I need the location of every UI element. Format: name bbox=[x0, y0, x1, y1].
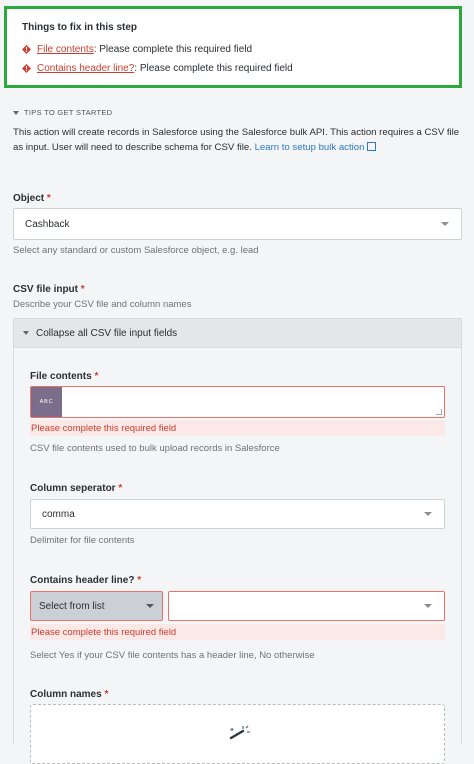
text-type-badge: ABC bbox=[31, 387, 62, 417]
resize-handle-icon[interactable] bbox=[436, 409, 442, 415]
column-separator-value: comma bbox=[42, 508, 75, 520]
chevron-down-icon bbox=[441, 222, 449, 226]
collapse-csv-fields-toggle[interactable]: Collapse all CSV file input fields bbox=[13, 318, 462, 348]
object-label: Object * bbox=[13, 193, 51, 204]
file-contents-hint: CSV file contents used to bulk upload re… bbox=[30, 443, 280, 454]
collapse-label: Collapse all CSV file input fields bbox=[36, 327, 178, 339]
file-contents-error: Please complete this required field bbox=[30, 420, 445, 436]
bulk-action-help-link[interactable]: Learn to setup bulk action bbox=[255, 142, 365, 153]
object-select[interactable]: Cashback bbox=[13, 208, 462, 240]
header-line-label: Contains header line? * bbox=[30, 575, 142, 586]
csv-input-label: CSV file input * bbox=[13, 284, 85, 295]
column-separator-select[interactable]: comma bbox=[30, 499, 445, 529]
chevron-down-icon bbox=[146, 604, 154, 608]
header-line-mode-value: Select from list bbox=[39, 600, 105, 612]
column-names-label: Column names * bbox=[30, 689, 109, 700]
fix-item-file-contents: File contents: Please complete this requ… bbox=[22, 44, 252, 55]
error-diamond-icon bbox=[22, 64, 31, 73]
fix-panel-title: Things to fix in this step bbox=[22, 22, 137, 33]
file-contents-label: File contents * bbox=[30, 371, 99, 382]
object-hint: Select any standard or custom Salesforce… bbox=[13, 245, 259, 256]
object-value: Cashback bbox=[25, 218, 70, 230]
header-line-error: Please complete this required field bbox=[30, 624, 445, 640]
fix-item-header-line: Contains header line?: Please complete t… bbox=[22, 63, 293, 74]
tips-text: This action will create records in Sales… bbox=[13, 127, 460, 153]
file-contents-input[interactable]: ABC bbox=[30, 386, 445, 418]
column-separator-label: Column seperator * bbox=[30, 483, 123, 494]
csv-input-hint: Describe your CSV file and column names bbox=[13, 299, 192, 310]
tips-heading: TIPS TO GET STARTED bbox=[24, 108, 113, 117]
header-line-value-select[interactable] bbox=[168, 591, 445, 621]
caret-down-icon bbox=[13, 110, 19, 115]
fix-message: : Please complete this required field bbox=[93, 44, 253, 55]
fix-message: : Please complete this required field bbox=[134, 63, 293, 74]
magic-wand-icon bbox=[229, 725, 250, 740]
chevron-down-icon bbox=[424, 604, 432, 608]
header-line-hint: Select Yes if your CSV file contents has… bbox=[30, 650, 315, 661]
caret-down-icon bbox=[23, 331, 29, 335]
error-diamond-icon bbox=[22, 45, 31, 54]
fix-link-file-contents[interactable]: File contents bbox=[37, 44, 94, 55]
header-line-mode-select[interactable]: Select from list bbox=[30, 591, 163, 621]
external-link-icon bbox=[367, 142, 377, 151]
tips-body: This action will create records in Sales… bbox=[13, 125, 461, 155]
chevron-down-icon bbox=[424, 512, 432, 516]
column-separator-hint: Delimiter for file contents bbox=[30, 535, 135, 546]
tips-toggle[interactable]: TIPS TO GET STARTED bbox=[13, 108, 112, 117]
fix-link-header-line[interactable]: Contains header line? bbox=[37, 63, 134, 74]
